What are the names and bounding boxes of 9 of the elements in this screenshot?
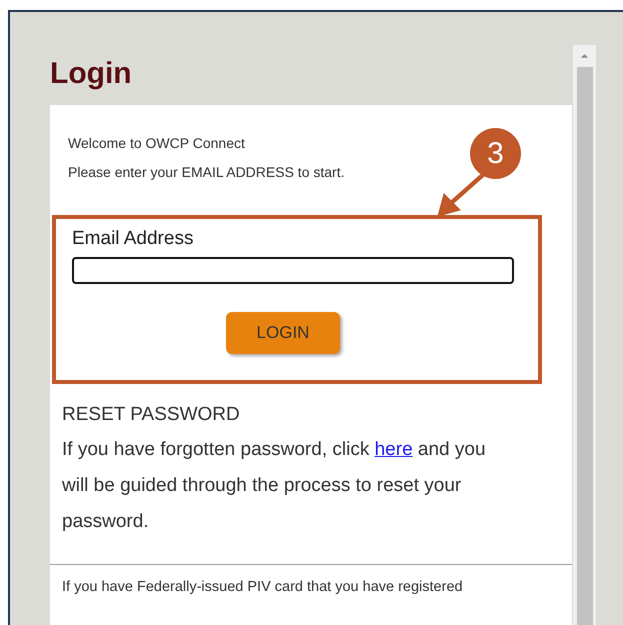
reset-paragraph: If you have forgotten password, click here and you will be guided through the process to reset your password. xyxy=(62,438,487,534)
here-link[interactable]: here xyxy=(374,439,413,460)
section-heading: RESET PASSWORD xyxy=(62,403,241,427)
page-title: Login xyxy=(50,56,133,92)
field-label: Email Address xyxy=(72,227,194,251)
login-button[interactable]: LOGIN xyxy=(226,312,340,354)
welcome-text: Welcome to OWCP Connect xyxy=(68,134,245,153)
welcome-text: Please enter your EMAIL ADDRESS to start. xyxy=(68,163,344,182)
piv-text: If you have Federally-issued PIV card that you have registered xyxy=(62,579,463,595)
